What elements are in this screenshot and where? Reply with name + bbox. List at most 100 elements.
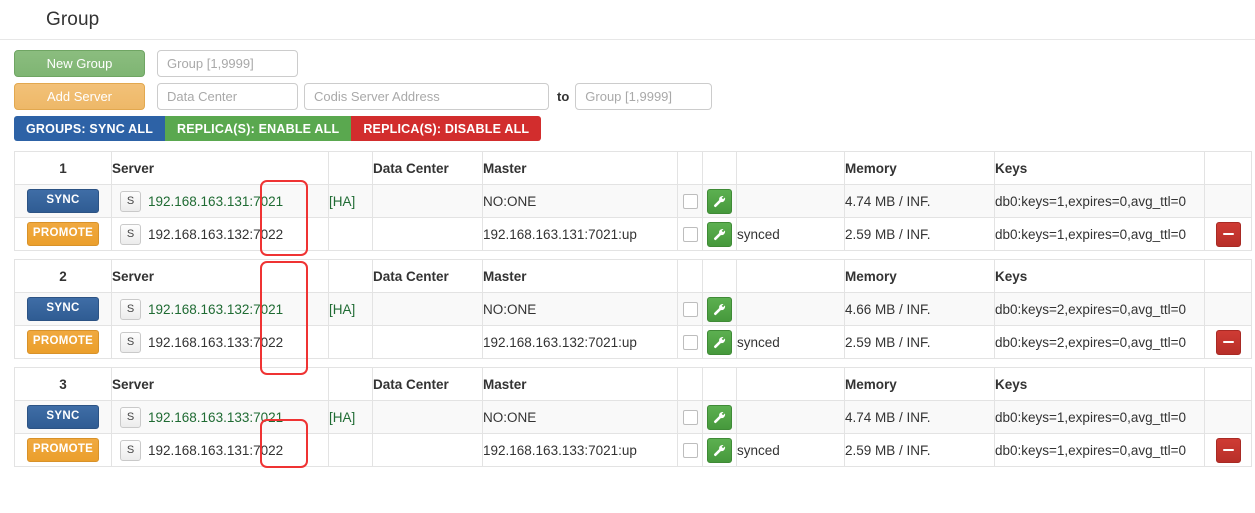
ha-flag-cell: [HA]: [328, 400, 373, 434]
add-server-button[interactable]: Add Server: [14, 83, 145, 110]
sync-state-cell: [736, 184, 845, 218]
new-group-row: New Group: [14, 50, 1241, 77]
slave-role-badge[interactable]: S: [120, 439, 141, 461]
wrench-icon[interactable]: [707, 221, 732, 247]
wrench-icon[interactable]: [707, 404, 732, 430]
slave-role-badge[interactable]: S: [120, 298, 141, 320]
column-header-tool: [702, 151, 737, 185]
delete-cell: [1204, 292, 1252, 326]
wrench-icon[interactable]: [707, 437, 732, 463]
group-header-row: 3 Server Data Center Master Memory Keys: [14, 367, 1252, 401]
column-header-ha: [328, 151, 373, 185]
slave-role-badge[interactable]: S: [120, 190, 141, 212]
delete-cell: [1204, 184, 1252, 218]
ha-flag-cell: [328, 325, 373, 359]
row-select-cell: [677, 217, 703, 251]
tool-cell: [702, 433, 737, 467]
promote-button[interactable]: PROMOTE: [27, 330, 99, 354]
row-checkbox[interactable]: [682, 410, 698, 426]
data-center-cell: [372, 400, 483, 434]
replicas-disable-all-button[interactable]: REPLICA(S): DISABLE ALL: [351, 116, 542, 141]
column-header-server: Server: [111, 151, 329, 185]
groups-table-area: 1 Server Data Center Master Memory Keys SYNC S 1…: [0, 151, 1255, 468]
server-cell: S 192.168.163.133:7022: [111, 325, 329, 359]
toolbar: New Group Add Server to GROUPS: SYNC ALL…: [0, 40, 1255, 141]
sync-button[interactable]: SYNC: [27, 297, 99, 321]
table-row: PROMOTE S 192.168.163.133:7022 192.168.163.…: [14, 325, 1252, 359]
row-checkbox[interactable]: [682, 335, 698, 351]
column-header-state: [736, 151, 845, 185]
column-header-memory: Memory: [844, 151, 995, 185]
master-cell: 192.168.163.133:7021:up: [482, 433, 678, 467]
group-table: 3 Server Data Center Master Memory Keys SYNC S 1…: [14, 367, 1252, 467]
ha-flag-cell: [328, 217, 373, 251]
row-select-cell: [677, 325, 703, 359]
remove-server-button[interactable]: [1215, 221, 1241, 247]
memory-cell: 4.74 MB / INF.: [844, 184, 995, 218]
delete-cell: [1204, 217, 1252, 251]
tool-cell: [702, 400, 737, 434]
master-cell: NO:ONE: [482, 400, 678, 434]
replicas-enable-all-button[interactable]: REPLICA(S): ENABLE ALL: [165, 116, 352, 141]
sync-button[interactable]: SYNC: [27, 189, 99, 213]
column-header-state: [736, 259, 845, 293]
remove-server-button[interactable]: [1215, 329, 1241, 355]
column-header-keys: Keys: [994, 259, 1205, 293]
column-header-memory: Memory: [844, 259, 995, 293]
sync-button[interactable]: SYNC: [27, 405, 99, 429]
server-address[interactable]: 192.168.163.131:7021: [148, 194, 283, 209]
server-address[interactable]: 192.168.163.132:7021: [148, 302, 283, 317]
server-cell: S 192.168.163.133:7021: [111, 400, 329, 434]
delete-cell: [1204, 400, 1252, 434]
server-address: 192.168.163.132:7022: [148, 226, 284, 242]
action-cell: PROMOTE: [14, 325, 112, 359]
group-header-row: 2 Server Data Center Master Memory Keys: [14, 259, 1252, 293]
bulk-action-bar: GROUPS: SYNC ALL REPLICA(S): ENABLE ALL …: [14, 116, 1241, 141]
row-checkbox[interactable]: [682, 302, 698, 318]
server-cell: S 192.168.163.132:7021: [111, 292, 329, 326]
data-center-input[interactable]: [157, 83, 298, 110]
column-header-select: [677, 367, 703, 401]
add-server-row: Add Server to: [14, 83, 1241, 110]
column-header-tool: [702, 367, 737, 401]
row-checkbox[interactable]: [682, 194, 698, 210]
column-header-tool: [702, 259, 737, 293]
row-checkbox[interactable]: [682, 227, 698, 243]
column-header-select: [677, 259, 703, 293]
target-group-input[interactable]: [575, 83, 713, 110]
column-header-keys: Keys: [994, 151, 1205, 185]
column-header-delete: [1204, 151, 1252, 185]
promote-button[interactable]: PROMOTE: [27, 438, 99, 462]
wrench-icon[interactable]: [707, 188, 732, 214]
row-checkbox[interactable]: [682, 443, 698, 459]
new-group-input[interactable]: [157, 50, 298, 77]
tool-cell: [702, 292, 737, 326]
group-id-cell: 2: [14, 259, 112, 293]
action-cell: SYNC: [14, 292, 112, 326]
column-header-keys: Keys: [994, 367, 1205, 401]
table-row: PROMOTE S 192.168.163.132:7022 192.168.163.…: [14, 217, 1252, 251]
data-center-cell: [372, 292, 483, 326]
promote-button[interactable]: PROMOTE: [27, 222, 99, 246]
slave-role-badge[interactable]: S: [120, 223, 141, 245]
action-cell: PROMOTE: [14, 433, 112, 467]
group-id-cell: 3: [14, 367, 112, 401]
wrench-icon[interactable]: [707, 296, 732, 322]
keys-cell: db0:keys=1,expires=0,avg_ttl=0: [994, 400, 1205, 434]
server-address[interactable]: 192.168.163.133:7021: [148, 410, 283, 425]
remove-server-button[interactable]: [1215, 437, 1241, 463]
wrench-icon[interactable]: [707, 329, 732, 355]
column-header-select: [677, 151, 703, 185]
column-header-delete: [1204, 259, 1252, 293]
master-cell: NO:ONE: [482, 292, 678, 326]
column-header-data-center: Data Center: [372, 151, 483, 185]
slave-role-badge[interactable]: S: [120, 331, 141, 353]
new-group-button[interactable]: New Group: [14, 50, 145, 77]
slave-role-badge[interactable]: S: [120, 406, 141, 428]
memory-cell: 2.59 MB / INF.: [844, 325, 995, 359]
master-cell: 192.168.163.132:7021:up: [482, 325, 678, 359]
groups-sync-all-button[interactable]: GROUPS: SYNC ALL: [14, 116, 166, 141]
column-header-state: [736, 367, 845, 401]
server-address-input[interactable]: [304, 83, 549, 110]
action-cell: SYNC: [14, 184, 112, 218]
